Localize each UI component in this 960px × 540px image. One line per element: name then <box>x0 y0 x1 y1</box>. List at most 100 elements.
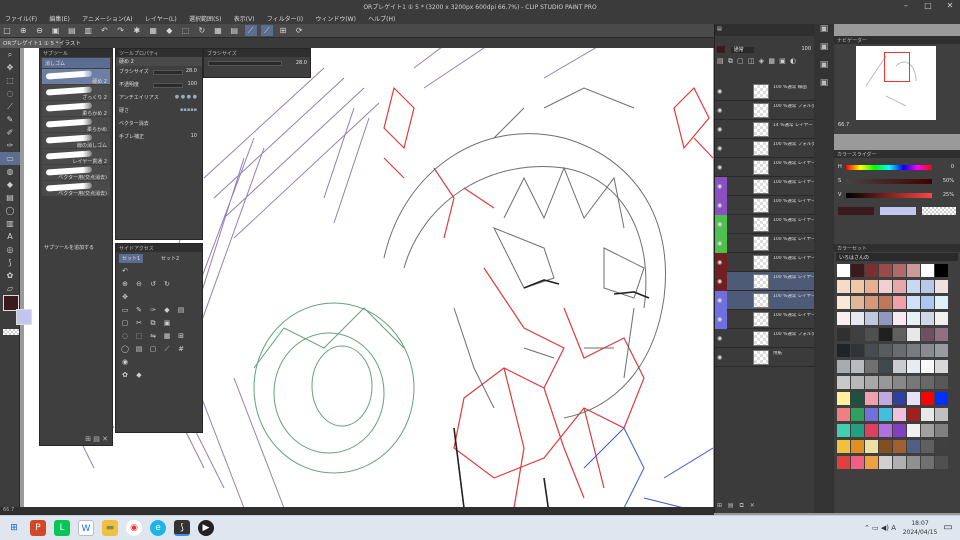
color-swatch[interactable] <box>935 424 948 437</box>
navigator-preview[interactable] <box>856 46 936 120</box>
snap-ruler-icon[interactable]: ⟋ <box>244 25 257 36</box>
color-swatch[interactable] <box>935 280 948 293</box>
color-swatch[interactable] <box>865 376 878 389</box>
color-swatch[interactable] <box>851 392 864 405</box>
color-swatch[interactable] <box>935 360 948 373</box>
powerpoint-icon[interactable]: P <box>30 520 46 536</box>
history-dock-icon[interactable]: ▣ <box>814 60 834 78</box>
media-player-icon[interactable]: ▶ <box>198 520 214 536</box>
color-swatch[interactable] <box>907 456 920 469</box>
color-swatch[interactable] <box>921 344 934 357</box>
color-swatch[interactable] <box>851 344 864 357</box>
grid-icon[interactable]: ⊞ <box>175 332 187 343</box>
color-swatch[interactable] <box>907 392 920 405</box>
select-rect-icon[interactable]: ▢ <box>119 319 131 330</box>
tab-set2[interactable]: セット2 <box>158 254 182 263</box>
color-swatch[interactable] <box>837 408 850 421</box>
color-swatch[interactable] <box>879 328 892 341</box>
color-swatch[interactable] <box>837 360 850 373</box>
color-swatch[interactable] <box>837 344 850 357</box>
eye-icon[interactable]: ◉ <box>717 88 722 95</box>
color-swatch[interactable] <box>879 408 892 421</box>
color-swatch[interactable] <box>921 296 934 309</box>
value-slider[interactable] <box>846 193 932 198</box>
color-swatch[interactable] <box>851 360 864 373</box>
navigator-dock-icon[interactable]: ▣ <box>814 24 834 42</box>
swatch-icon[interactable]: ◆ <box>133 371 145 382</box>
color-swatch[interactable] <box>921 440 934 453</box>
brush-tool-icon[interactable]: ✑ <box>0 139 20 152</box>
eye-icon[interactable]: ◉ <box>717 107 722 114</box>
color-swatch[interactable] <box>837 440 850 453</box>
material-dock-icon[interactable]: ▣ <box>814 78 834 96</box>
move-icon[interactable]: ✥ <box>119 293 131 304</box>
color-swatch[interactable] <box>865 296 878 309</box>
layer-row[interactable]: ◉ 100 %通常 レイヤー 3 のコピー <box>715 215 815 234</box>
layer-row[interactable]: ◉ 用紙 <box>715 348 815 367</box>
eye-icon[interactable]: ◉ <box>717 202 722 209</box>
notification-icon[interactable]: ▭ <box>940 520 956 536</box>
frame-tool-icon[interactable]: ▥ <box>0 217 20 230</box>
vector-erase-row[interactable]: ベクター消去 <box>119 120 199 131</box>
layer-row[interactable]: ◉ 100 %通常 レイヤー 3 のコピー <box>715 177 815 196</box>
color-swatch[interactable] <box>921 456 934 469</box>
blend-tool-icon[interactable]: ◍ <box>0 165 20 178</box>
color-set-select[interactable]: いろはさんの <box>836 253 958 261</box>
decoration-tool-icon[interactable]: ✿ <box>0 269 20 282</box>
hash-icon[interactable]: # <box>175 345 187 356</box>
menu-selection[interactable]: 選択範囲(S) <box>184 12 227 23</box>
explorer-icon[interactable]: ▬ <box>102 520 118 536</box>
zoom-tool-icon[interactable]: ⌕ <box>0 48 20 61</box>
subtool-item[interactable]: 線の消しゴム <box>42 133 110 149</box>
line-app-icon[interactable]: L <box>54 520 70 536</box>
layer-row[interactable]: ◉ 100 %通常 フォルダー 1 <box>715 329 815 348</box>
word-icon[interactable]: W <box>78 520 94 536</box>
mesh-icon[interactable]: ▦ <box>161 332 173 343</box>
color-swatch[interactable] <box>865 312 878 325</box>
palette-icon[interactable]: ✿ <box>119 371 131 382</box>
menu-view[interactable]: 表示(V) <box>229 12 260 23</box>
zoom-out-icon[interactable]: ⊖ <box>33 25 45 36</box>
eye-icon[interactable]: ◉ <box>717 126 722 133</box>
color-swatch[interactable] <box>921 424 934 437</box>
color-swatch[interactable] <box>851 456 864 469</box>
color-swatch[interactable] <box>921 280 934 293</box>
menu-window[interactable]: ウィンドウ(W) <box>310 12 361 23</box>
menu-filter[interactable]: フィルター(I) <box>262 12 308 23</box>
eye-icon[interactable]: ◉ <box>717 145 722 152</box>
menu-file[interactable]: ファイル(F) <box>0 12 42 23</box>
color-swatch[interactable] <box>907 328 920 341</box>
subtool-item[interactable]: 硬め 2 <box>42 69 110 85</box>
color-swatch[interactable] <box>865 344 878 357</box>
color-swatch[interactable] <box>865 456 878 469</box>
eye-icon[interactable]: ◉ <box>717 354 722 361</box>
color-swatch[interactable] <box>851 408 864 421</box>
layer-row[interactable]: ◉ 100 %通常 レイヤー 3 のコピー <box>715 196 815 215</box>
snap-special-icon[interactable]: ⟋ <box>260 25 273 36</box>
fill-icon[interactable]: ◆ <box>163 25 175 36</box>
select-tool-icon[interactable]: ⬚ <box>0 74 20 87</box>
tab-illust[interactable]: イラスト <box>56 38 84 48</box>
color-swatch[interactable] <box>879 264 892 277</box>
brush-size-row[interactable]: ブラシサイズ 28.0 <box>119 68 199 79</box>
pen-icon[interactable]: ✎ <box>133 306 145 317</box>
color-swatch[interactable] <box>907 312 920 325</box>
color-swatch[interactable] <box>893 280 906 293</box>
color-swatch[interactable] <box>851 264 864 277</box>
layer-row[interactable]: ◉ 100 %通常 レイヤー 5 <box>715 158 815 177</box>
layer-row[interactable]: ◉ 100 %通常 レイヤー 4 <box>715 234 815 253</box>
cut-icon[interactable]: ✂ <box>133 319 145 330</box>
move-tool-icon[interactable]: ✥ <box>0 61 20 74</box>
layer-row[interactable]: ◉ 100 %通常 線画 <box>715 82 815 101</box>
color-swatch[interactable] <box>935 392 948 405</box>
eye-icon[interactable]: ◉ <box>717 240 722 247</box>
color-swatch[interactable] <box>921 408 934 421</box>
color-swatch[interactable] <box>851 280 864 293</box>
stabilization-row[interactable]: 手ブレ補正 10 <box>119 133 199 144</box>
color-swatch[interactable] <box>879 392 892 405</box>
opacity-slider[interactable] <box>153 83 183 88</box>
color-swatch[interactable] <box>851 312 864 325</box>
color-swatch[interactable] <box>935 376 948 389</box>
color-swatch[interactable] <box>893 392 906 405</box>
color-swatch[interactable] <box>921 376 934 389</box>
